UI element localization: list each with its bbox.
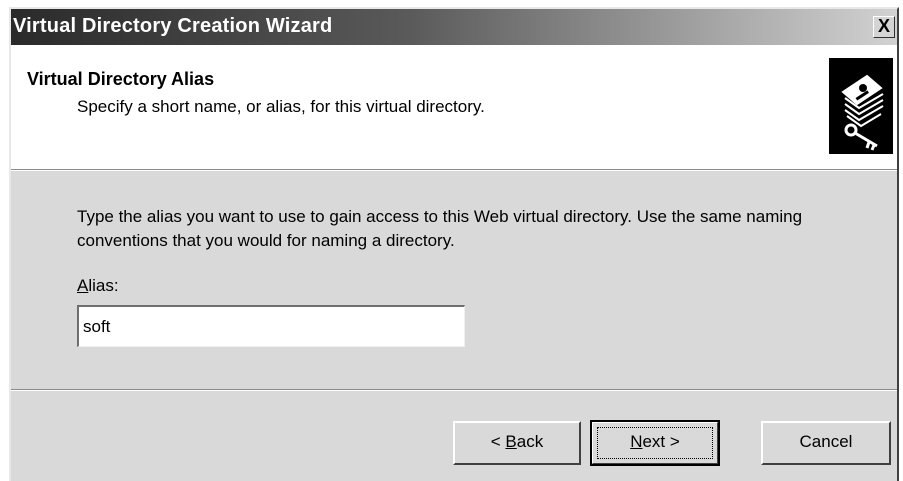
back-button[interactable]: < Back [453,421,581,465]
wizard-header: Virtual Directory Alias Specify a short … [11,45,897,169]
alias-label-mnemonic: A [77,276,89,295]
alias-label-rest: lias: [88,276,119,295]
page-title: Virtual Directory Alias [27,69,215,89]
window-title: Virtual Directory Creation Wizard [13,15,333,37]
close-icon: X [877,16,890,36]
alias-input[interactable] [77,305,465,347]
alias-label: Alias: [77,276,119,296]
back-prefix: < [490,432,506,451]
header-divider [11,169,897,171]
wizard-books-icon [841,74,884,151]
back-mnemonic: B [505,432,517,451]
footer-divider [11,389,897,391]
wizard-icon [829,58,893,154]
back-rest: ack [516,432,544,451]
wizard-window: Virtual Directory Creation Wizard X Virt… [9,7,899,481]
close-button[interactable]: X [873,16,895,38]
next-button[interactable]: Next > [590,420,720,466]
cancel-button[interactable]: Cancel [761,421,891,465]
focus-rect [597,427,713,459]
instructions-text: Type the alias you want to use to gain a… [77,207,803,250]
title-bar[interactable]: Virtual Directory Creation Wizard X [11,9,897,45]
page-subtitle: Specify a short name, or alias, for this… [77,97,485,116]
